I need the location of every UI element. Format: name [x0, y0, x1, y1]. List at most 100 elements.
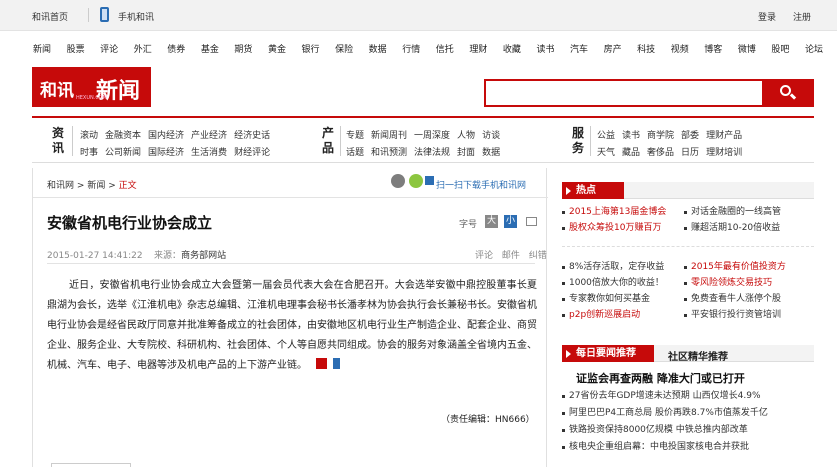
news-item[interactable]: 核电央企重组启幕：中电投国家核电合并获批 — [562, 439, 814, 456]
font-size-label: 字号 — [459, 220, 478, 230]
email-link[interactable]: 邮件 — [502, 251, 520, 261]
channel-link[interactable]: 商学院 — [647, 131, 674, 141]
article-body-text: 近日，安徽省机电行业协会成立大会暨第一届会员代表大会在合肥召开。大会选举安徽中鼎… — [47, 280, 537, 371]
breadcrumb-section[interactable]: 新闻 — [87, 181, 105, 191]
login-link[interactable]: 登录 — [758, 10, 776, 23]
android-app-icon[interactable] — [409, 174, 423, 188]
news-item[interactable]: 27省份去年GDP增速未达预期 山西仅增长4.9% — [562, 388, 814, 405]
sidebar-link[interactable]: 1000倍放大你的收益！ — [562, 275, 686, 291]
channel-link[interactable]: 读书 — [622, 131, 640, 141]
channel-link[interactable]: 数据 — [482, 148, 500, 158]
nav-item[interactable]: 黄金 — [268, 42, 286, 56]
nav-item[interactable]: 新闻 — [33, 42, 51, 56]
nav-item[interactable]: 基金 — [201, 42, 219, 56]
channel-link[interactable]: 国内经济 — [148, 131, 184, 141]
hexun-news-logo[interactable]: 和讯 新闻 HEXUN.COM — [32, 67, 151, 107]
channel-link[interactable]: 法律法规 — [414, 148, 450, 158]
channel-link[interactable]: 天气 — [597, 148, 615, 158]
channel-link[interactable]: 公益 — [597, 131, 615, 141]
channel-link[interactable]: 理财培训 — [706, 148, 742, 158]
channel-link[interactable]: 奢侈品 — [647, 148, 674, 158]
channel-link[interactable]: 藏品 — [622, 148, 640, 158]
print-icon[interactable] — [526, 217, 537, 226]
download-app-link[interactable]: 扫一扫下载手机和讯网 — [436, 178, 526, 191]
tab-daily-news[interactable]: 每日要闻推荐 — [562, 345, 654, 362]
channel-link[interactable]: 人物 — [457, 131, 475, 141]
ios-app-icon[interactable] — [391, 174, 405, 188]
channel-link[interactable]: 封面 — [457, 148, 475, 158]
sidebar-link[interactable]: 零风险领炼交易技巧 — [684, 275, 814, 291]
nav-item[interactable]: 评论 — [100, 42, 118, 56]
news-item[interactable]: 阿里巴巴P4工商总局 股价再跌8.7%市值蒸发千亿 — [562, 405, 814, 422]
channel-link[interactable]: 和讯预测 — [371, 148, 407, 158]
register-link[interactable]: 注册 — [793, 10, 811, 23]
source-label: 来源： — [154, 251, 182, 261]
sidebar-link[interactable]: 专家教你如何买基金 — [562, 291, 686, 307]
channel-link[interactable]: 金融资本 — [105, 131, 141, 141]
channel-link[interactable]: 财经评论 — [234, 148, 270, 158]
channel-link[interactable]: 日历 — [681, 148, 699, 158]
search-input[interactable] — [486, 81, 764, 105]
nav-item[interactable]: 债券 — [167, 42, 185, 56]
tab-community[interactable]: 社区精华推荐 — [668, 348, 728, 363]
sidebar-link[interactable]: 8%活存活取，定存收益 — [562, 259, 686, 275]
nav-item[interactable]: 银行 — [302, 42, 320, 56]
divider — [88, 8, 89, 22]
report-error-link[interactable]: 纠错 — [529, 251, 547, 261]
channel-link[interactable]: 访谈 — [482, 131, 500, 141]
hot-header: 热点 — [562, 182, 814, 199]
font-small-button[interactable]: 小 — [504, 215, 517, 228]
sidebar-link[interactable]: 平安银行投行资管培训 — [684, 307, 814, 323]
nav-item[interactable]: 保险 — [335, 42, 353, 56]
nav-item[interactable]: 期货 — [234, 42, 252, 56]
nav-item[interactable]: 汽车 — [570, 42, 588, 56]
channel-link[interactable]: 生活消费 — [191, 148, 227, 158]
sidebar-link[interactable]: 2015上海第13届金博会 — [562, 204, 686, 220]
channel-link[interactable]: 理财产品 — [706, 131, 742, 141]
nav-item[interactable]: 数据 — [369, 42, 387, 56]
sidebar-link[interactable]: 对话金融圈的一线高管 — [684, 204, 814, 220]
nav-item[interactable]: 房产 — [604, 42, 622, 56]
nav-item[interactable]: 信托 — [436, 42, 454, 56]
nav-item[interactable]: 读书 — [536, 42, 554, 56]
channel-link[interactable]: 滚动 — [80, 131, 98, 141]
nav-item[interactable]: 博客 — [704, 42, 722, 56]
breadcrumb-site[interactable]: 和讯网 — [47, 181, 74, 191]
nav-item[interactable]: 行情 — [402, 42, 420, 56]
responsible-editor: （责任编辑：HN666） — [441, 415, 535, 425]
news-item[interactable]: 铁路投资保持8000亿规模 中铁总推内部改革 — [562, 422, 814, 439]
article-meta: 2015-01-27 14:41:22 来源：商务部网站 — [47, 248, 226, 261]
sidebar-link[interactable]: 免费查看牛人涨停个股 — [684, 291, 814, 307]
nav-item[interactable]: 科技 — [637, 42, 655, 56]
nav-item[interactable]: 微博 — [738, 42, 756, 56]
nav-item[interactable]: 视频 — [671, 42, 689, 56]
mobile-link[interactable]: 手机和讯 — [118, 10, 154, 23]
comment-link[interactable]: 评论 — [475, 251, 493, 261]
channel-link[interactable]: 专题 — [346, 131, 364, 141]
headline-link[interactable]: 证监会再查两融 降准大门或已打开 — [576, 370, 745, 386]
channel-link[interactable]: 部委 — [681, 131, 699, 141]
nav-item[interactable]: 股吧 — [771, 42, 789, 56]
nav-item[interactable]: 论坛 — [805, 42, 823, 56]
channel-link[interactable]: 话题 — [346, 148, 364, 158]
sidebar-link[interactable]: 股权众筹投10万赚百万 — [562, 220, 686, 236]
sidebar-link[interactable]: 赚超活期10-20倍收益 — [684, 220, 814, 236]
nav-item[interactable]: 外汇 — [134, 42, 152, 56]
channel-link[interactable]: 产业经济 — [191, 131, 227, 141]
channel-link[interactable]: 时事 — [80, 148, 98, 158]
nav-item[interactable]: 理财 — [469, 42, 487, 56]
channel-link[interactable]: 国际经济 — [148, 148, 184, 158]
home-link[interactable]: 和讯首页 — [32, 10, 68, 23]
font-large-button[interactable]: 大 — [485, 215, 498, 228]
sidebar-link[interactable]: 2015年最有价值投资方 — [684, 259, 814, 275]
sidebar-link[interactable]: p2p创新巡展启动 — [562, 307, 686, 323]
nav-item[interactable]: 收藏 — [503, 42, 521, 56]
channel-link[interactable]: 一周深度 — [414, 131, 450, 141]
channel-link[interactable]: 公司新闻 — [105, 148, 141, 158]
search-button[interactable] — [762, 81, 812, 105]
nav-item[interactable]: 股票 — [67, 42, 85, 56]
channel-link[interactable]: 经济史话 — [234, 131, 270, 141]
channel-link[interactable]: 新闻周刊 — [371, 131, 407, 141]
source-name[interactable]: 商务部网站 — [181, 251, 226, 261]
hexun-logo-icon — [316, 358, 328, 369]
